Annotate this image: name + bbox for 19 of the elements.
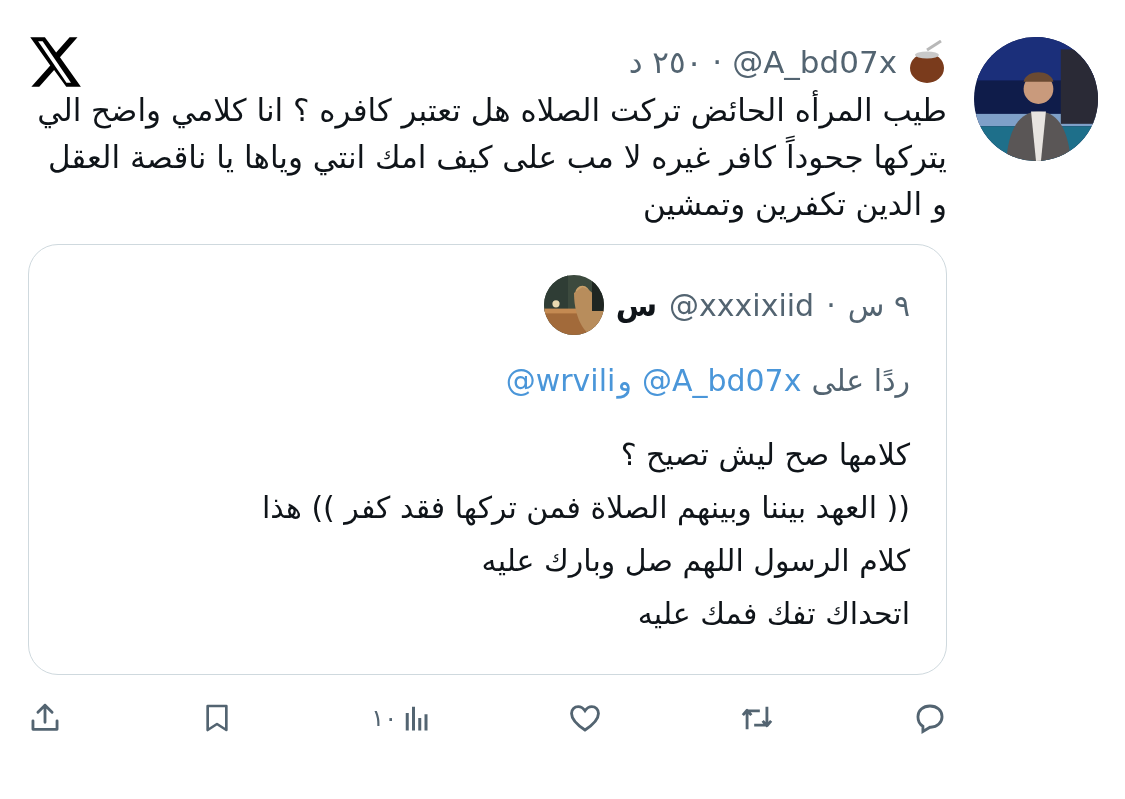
- separator: ·: [826, 287, 836, 323]
- conjunction: و: [617, 363, 632, 398]
- author-handle[interactable]: @A_bd07x: [732, 44, 897, 80]
- quoted-text-line: اتحداك تفك فمك عليه: [636, 595, 910, 633]
- replying-to-label: ردًا على: [811, 363, 910, 398]
- quoted-text-line: (( العهد بيننا وبينهم الصلاة فمن تركها فقد كفر )) هذا: [260, 489, 910, 528]
- quoted-text-line: كلامها صح ليش تصيح ؟: [619, 436, 910, 475]
- quoted-author-name: س: [615, 287, 658, 323]
- view-count: ١٠: [371, 704, 398, 732]
- quoted-tweet-time: ٩ س: [847, 287, 910, 323]
- tweet-text: طيب المرأه الحائض تركت الصلاه هل تعتبر كافره ؟ انا كلامي واضح الي يتركها جحوداً كافر غيره لا مب على كيف امك انتي وياها يا ناقصة العقل و الدين تكفرين وتمشين: [36, 89, 947, 225]
- separator: ·: [712, 44, 723, 80]
- mention-link[interactable]: @wrvili: [505, 363, 616, 398]
- quoted-text-line: كلام الرسول اللهم صل وبارك عليه: [480, 542, 910, 581]
- gourd-cup-icon: [907, 40, 947, 84]
- mention-link[interactable]: @A_bd07x: [641, 363, 802, 398]
- tweet-time: ٢٥٠ د: [628, 44, 703, 80]
- quoted-author-handle: @xxxixiid: [669, 287, 815, 323]
- x-logo-icon: [28, 37, 82, 87]
